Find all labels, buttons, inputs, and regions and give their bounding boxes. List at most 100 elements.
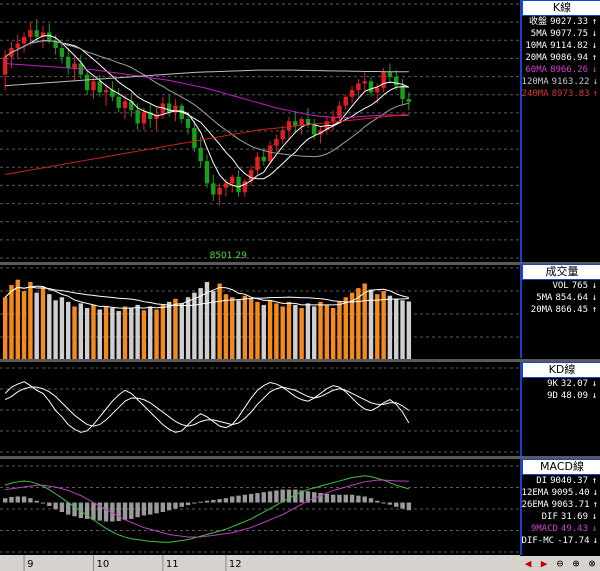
macd-histogram-bar — [375, 500, 380, 503]
scroll-left-icon[interactable]: ◀ — [525, 557, 532, 570]
legend-value: 866.45 — [555, 305, 588, 315]
volume-bar — [59, 297, 65, 360]
macd-histogram-bar — [400, 502, 405, 509]
macd-histogram-bar — [198, 501, 203, 503]
k-line-title: K線 — [522, 0, 600, 16]
candle-body — [198, 147, 203, 162]
ma120-line — [5, 69, 409, 87]
volume-bar — [198, 288, 203, 360]
candle-body — [217, 187, 222, 195]
legend-row: 9MACD 49.43 ↓ — [522, 523, 600, 535]
macd-histogram-bar — [148, 502, 153, 515]
candle-body — [122, 101, 128, 108]
legend-value: 9086.94 — [550, 53, 588, 63]
macd-histogram-bar — [223, 498, 229, 503]
legend-value: 48.09 — [560, 391, 588, 401]
macd-histogram-bar — [248, 493, 254, 503]
candle-body — [305, 119, 311, 124]
volume-bar — [47, 294, 52, 360]
candle-body — [230, 176, 235, 184]
volume-bar — [129, 307, 134, 360]
candle-body — [84, 74, 90, 91]
macd-histogram-bar — [47, 502, 52, 506]
legend-row: 12EMA 9095.40 ↓ — [522, 487, 600, 499]
macd-histogram-bar — [28, 498, 33, 503]
candle-body — [116, 96, 121, 108]
volume-bar — [192, 292, 197, 360]
legend-value: 9095.40 — [551, 488, 590, 498]
volume-bar — [394, 298, 399, 360]
down-arrow-icon: ↓ — [591, 29, 598, 39]
down-arrow-icon: ↓ — [592, 536, 598, 546]
d-line — [4, 386, 410, 427]
down-arrow-icon: ↓ — [591, 41, 598, 51]
zoom-in-icon[interactable]: ⊕ — [573, 557, 580, 570]
candle-body — [337, 105, 342, 117]
low-price-label: 8501.29 — [210, 251, 247, 261]
volume-bar — [299, 307, 304, 360]
macd-histogram-bar — [72, 502, 77, 517]
legend-label: 240MA — [521, 89, 549, 99]
macd-histogram-bar — [356, 495, 361, 503]
legend-row: 26EMA 9063.71 ↑ — [522, 499, 600, 511]
legend-label: 10MA — [525, 41, 548, 51]
legend-row: DIF 31.69 ↓ — [522, 511, 600, 523]
x-tick-label: 9 — [27, 559, 33, 570]
down-arrow-icon: ↓ — [591, 524, 598, 534]
candle-body — [368, 81, 374, 93]
candle-body — [97, 81, 102, 93]
macd-histogram-bar — [406, 502, 412, 511]
volume-bar — [230, 297, 235, 360]
candle-body — [211, 183, 216, 195]
x-axis: 9 10 11 12 — [0, 555, 520, 571]
volume-bar — [21, 291, 27, 360]
macd-histogram-bar — [362, 496, 367, 503]
zoom-out-icon[interactable]: ⊖ — [557, 557, 564, 570]
up-arrow-icon: ↑ — [592, 500, 598, 510]
candle-body — [141, 112, 147, 124]
candle-body — [236, 176, 241, 193]
volume-bar — [40, 287, 46, 360]
candle-body — [400, 85, 405, 100]
volume-bar — [53, 300, 58, 360]
macd-histogram-bar — [185, 502, 191, 506]
legend-row: 收盤 9027.33 ↑ — [522, 16, 600, 28]
macd-histogram-bar — [21, 496, 27, 503]
legend-label: 20MA — [525, 53, 548, 63]
macd-histogram-bar — [236, 495, 241, 503]
candle-body — [135, 110, 140, 124]
scroll-right-icon[interactable]: ▶ — [541, 557, 548, 570]
macd-histogram-bar — [173, 502, 178, 509]
legend-value: 765 — [571, 281, 588, 291]
legend-value: 854.64 — [555, 293, 588, 303]
candle-body — [185, 119, 191, 128]
navigation-toolbar: ◀ ▶ ⊖ ⊕ ⊗ — [520, 556, 600, 571]
volume-bar — [223, 294, 229, 360]
volume-bar — [337, 301, 342, 360]
volume-bar — [255, 301, 260, 360]
volume-bar — [312, 306, 317, 360]
legend-label: DIF — [541, 512, 558, 522]
candlestick-plot — [2, 19, 412, 206]
volume-bar — [148, 306, 153, 360]
candle-body — [160, 103, 166, 115]
down-arrow-icon: ↓ — [591, 281, 598, 291]
down-arrow-icon: ↓ — [591, 512, 598, 522]
legend-row: 60MA 8966.26 ↓ — [522, 64, 600, 76]
down-arrow-icon: ↓ — [592, 488, 598, 498]
macd-histogram-bar — [387, 502, 393, 505]
macd-histogram-bar — [261, 492, 266, 503]
zoom-reset-icon[interactable]: ⊗ — [589, 557, 596, 570]
macd-histogram-bar — [15, 496, 20, 503]
candle-body — [394, 76, 399, 86]
macd-histogram-bar — [324, 493, 330, 503]
down-arrow-icon: ↓ — [591, 379, 598, 389]
legend-label: 120MA — [521, 77, 549, 87]
volume-bar — [110, 307, 115, 360]
candle-body — [299, 119, 304, 126]
macd-histogram-bar — [135, 502, 140, 518]
legend-label: 5MA — [530, 29, 548, 39]
volume-bar — [160, 304, 166, 360]
candle-body — [381, 72, 386, 88]
legend-label: DIF-MC — [521, 536, 555, 546]
